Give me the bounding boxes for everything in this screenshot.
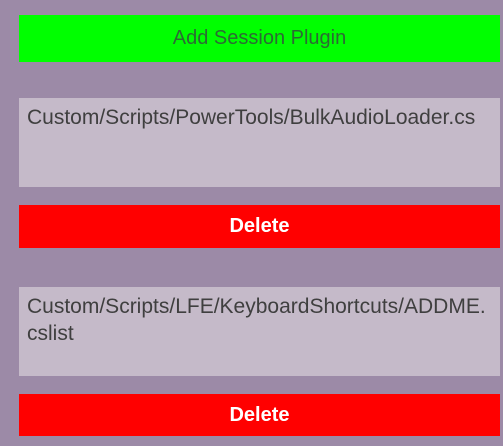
add-session-plugin-button[interactable]: Add Session Plugin [19,15,500,62]
delete-plugin-button[interactable]: Delete [19,394,500,436]
plugin-path-field[interactable]: Custom/Scripts/PowerTools/BulkAudioLoade… [19,98,500,187]
delete-plugin-button[interactable]: Delete [19,205,500,248]
plugin-path-field[interactable]: Custom/Scripts/LFE/KeyboardShortcuts/ADD… [19,287,500,376]
